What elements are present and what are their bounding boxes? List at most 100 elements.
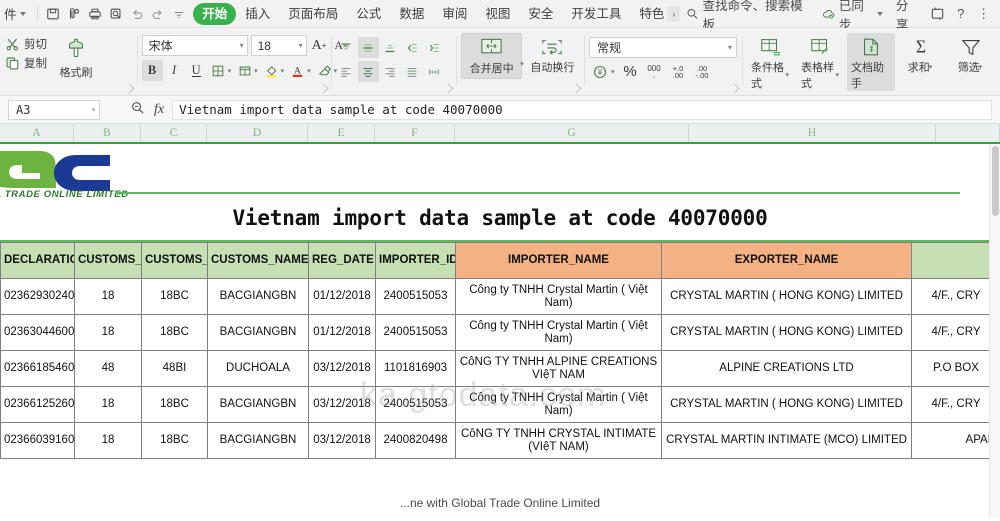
- merge-dropdown-icon[interactable]: ▾: [520, 60, 524, 68]
- distribute-columns-button[interactable]: [424, 61, 445, 82]
- cell-importer-id[interactable]: 2400515053: [375, 278, 456, 315]
- borders-button[interactable]: [208, 60, 229, 81]
- sum-button[interactable]: Σ 求和 ▾: [897, 33, 945, 75]
- align-top-button[interactable]: [336, 37, 357, 58]
- help-icon[interactable]: ?: [950, 3, 971, 25]
- cell-customs-agency[interactable]: 18BC: [141, 278, 208, 315]
- cell-customs-code[interactable]: 18: [74, 314, 142, 351]
- table-row[interactable]: 02362930240 18 18BC BACGIANGBN 01/12/201…: [0, 278, 1000, 315]
- table-row[interactable]: 02363044600 18 18BC BACGIANGBN 01/12/201…: [0, 314, 1000, 351]
- format-painter-button[interactable]: 格式刷: [53, 32, 99, 80]
- align-middle-button[interactable]: [357, 37, 379, 58]
- merge-center-button[interactable]: 合并居中: [461, 33, 523, 79]
- col-importer-name[interactable]: IMPORTER_NAME: [455, 242, 662, 279]
- tab-featured[interactable]: 特色: [630, 3, 666, 25]
- tabs-scroll-right-icon[interactable]: ›: [667, 5, 681, 22]
- cell-declaration-number[interactable]: 02366185460: [0, 350, 75, 387]
- print-icon[interactable]: [84, 3, 105, 25]
- cell-customs-name[interactable]: BACGIANGBN: [207, 314, 309, 351]
- cell-style-button[interactable]: [234, 60, 255, 81]
- column-header-B[interactable]: B: [74, 124, 141, 142]
- cell-exporter-name[interactable]: CRYSTAL MARTIN ( HONG KONG) LIMITED: [661, 314, 912, 351]
- cell-importer-name[interactable]: Công ty TNHH Crystal Martin ( Việt Nam): [455, 386, 662, 423]
- cell-declaration-number[interactable]: 02363044600: [0, 314, 75, 351]
- undo-icon[interactable]: [126, 3, 147, 25]
- cell-reg-date[interactable]: 01/12/2018: [308, 314, 376, 351]
- col-importer-id[interactable]: IMPORTER_ID: [375, 242, 456, 279]
- cell-address[interactable]: 4/F., CRY: [911, 314, 1000, 351]
- comma-format-button[interactable]: 000,: [644, 61, 665, 82]
- cell-customs-name[interactable]: DUCHOALA: [207, 350, 309, 387]
- cell-style-dropdown-icon[interactable]: ▾: [254, 67, 258, 75]
- font-dialog-launcher[interactable]: [318, 83, 329, 94]
- cell-customs-code[interactable]: 18: [74, 422, 142, 459]
- name-box[interactable]: A3 ▾: [8, 99, 100, 120]
- decrease-decimal-button[interactable]: .00 -.00: [692, 61, 713, 82]
- align-bottom-button[interactable]: [380, 37, 401, 58]
- column-header-G[interactable]: G: [455, 124, 689, 142]
- cell-exporter-name[interactable]: CRYSTAL MARTIN ( HONG KONG) LIMITED: [661, 386, 912, 423]
- clipboard-dialog-launcher[interactable]: [124, 83, 135, 94]
- tab-page-layout[interactable]: 页面布局: [279, 3, 347, 25]
- tab-review[interactable]: 审阅: [433, 3, 476, 25]
- cell-importer-name[interactable]: CôNG TY TNHH CRYSTAL INTIMATE (VIệT NAM): [455, 422, 662, 459]
- cell-customs-agency[interactable]: 18BC: [141, 314, 208, 351]
- font-color-button[interactable]: A: [287, 60, 308, 81]
- zoom-icon[interactable]: [130, 100, 145, 120]
- print-preview-icon[interactable]: [105, 3, 126, 25]
- tab-developer-tools[interactable]: 开发工具: [562, 3, 630, 25]
- formula-input[interactable]: Vietnam import data sample at code 40070…: [172, 99, 992, 120]
- cell-importer-id[interactable]: 2400820498: [375, 422, 456, 459]
- cell-importer-name[interactable]: Công ty TNHH Crystal Martin ( Việt Nam): [455, 314, 662, 351]
- table-style-button[interactable]: 表格样式 ▾: [797, 33, 845, 91]
- cell-importer-id[interactable]: 1101816903: [375, 350, 456, 387]
- decrease-indent-button[interactable]: [402, 37, 423, 58]
- tab-formula[interactable]: 公式: [347, 3, 390, 25]
- col-customs-code[interactable]: CUSTOMS_CODE: [74, 242, 142, 279]
- table-row[interactable]: 02366185460 48 48BI DUCHOALA 03/12/2018 …: [0, 350, 1000, 387]
- cell-importer-id[interactable]: 2400515053: [375, 386, 456, 423]
- cell-address[interactable]: 4/F., CRY: [911, 386, 1000, 423]
- cell-address[interactable]: P.O BOX: [911, 350, 1000, 387]
- cell-customs-agency[interactable]: 18BC: [141, 422, 208, 459]
- insert-function-icon[interactable]: fx: [154, 102, 164, 118]
- font-color-dropdown-icon[interactable]: ▾: [307, 67, 311, 75]
- cell-customs-agency[interactable]: 18BC: [141, 386, 208, 423]
- cell-reg-date[interactable]: 03/12/2018: [308, 422, 376, 459]
- align-center-button[interactable]: [357, 61, 379, 82]
- increase-indent-button[interactable]: [424, 37, 445, 58]
- col-address[interactable]: [911, 242, 1000, 279]
- font-family-select[interactable]: 宋体 ▾: [141, 35, 248, 56]
- table-row[interactable]: 02366125260 18 18BC BACGIANGBN 03/12/201…: [0, 386, 1000, 423]
- conditional-format-button[interactable]: 条件格式 ▾: [747, 33, 795, 91]
- fill-color-button[interactable]: [261, 60, 282, 81]
- column-header-A[interactable]: A: [0, 124, 74, 142]
- cell-declaration-number[interactable]: 02366125260: [0, 386, 75, 423]
- fill-color-dropdown-icon[interactable]: ▾: [281, 67, 285, 75]
- currency-dropdown-icon[interactable]: ▾: [611, 68, 615, 76]
- cell-importer-id[interactable]: 2400515053: [375, 314, 456, 351]
- percent-format-button[interactable]: %: [620, 61, 641, 82]
- customize-toolbar-icon[interactable]: [168, 3, 189, 25]
- cell-customs-agency[interactable]: 48BI: [141, 350, 208, 387]
- underline-button[interactable]: U: [186, 60, 207, 81]
- col-exporter-name[interactable]: EXPORTER_NAME: [661, 242, 912, 279]
- column-header-D[interactable]: D: [207, 124, 308, 142]
- cell-reg-date[interactable]: 03/12/2018: [308, 386, 376, 423]
- align-right-button[interactable]: [380, 61, 401, 82]
- cut-button[interactable]: 剪切: [5, 36, 47, 52]
- column-header-F[interactable]: F: [375, 124, 455, 142]
- doc-assistant-button[interactable]: 文档助手: [847, 33, 895, 91]
- cell-importer-name[interactable]: Công ty TNHH Crystal Martin ( Việt Nam): [455, 278, 662, 315]
- column-header-I[interactable]: [936, 124, 1000, 142]
- cell-customs-code[interactable]: 48: [74, 350, 142, 387]
- col-customs-agency[interactable]: CUSTOMS_AGENCY_: [141, 242, 208, 279]
- cell-customs-name[interactable]: BACGIANGBN: [207, 422, 309, 459]
- number-dialog-launcher[interactable]: [729, 83, 740, 94]
- cell-address[interactable]: APAR: [911, 422, 1000, 459]
- merge-dialog-launcher[interactable]: [571, 83, 582, 94]
- alignment-dialog-launcher[interactable]: [443, 83, 454, 94]
- column-header-C[interactable]: C: [141, 124, 207, 142]
- justify-button[interactable]: [402, 61, 423, 82]
- column-header-E[interactable]: E: [308, 124, 375, 142]
